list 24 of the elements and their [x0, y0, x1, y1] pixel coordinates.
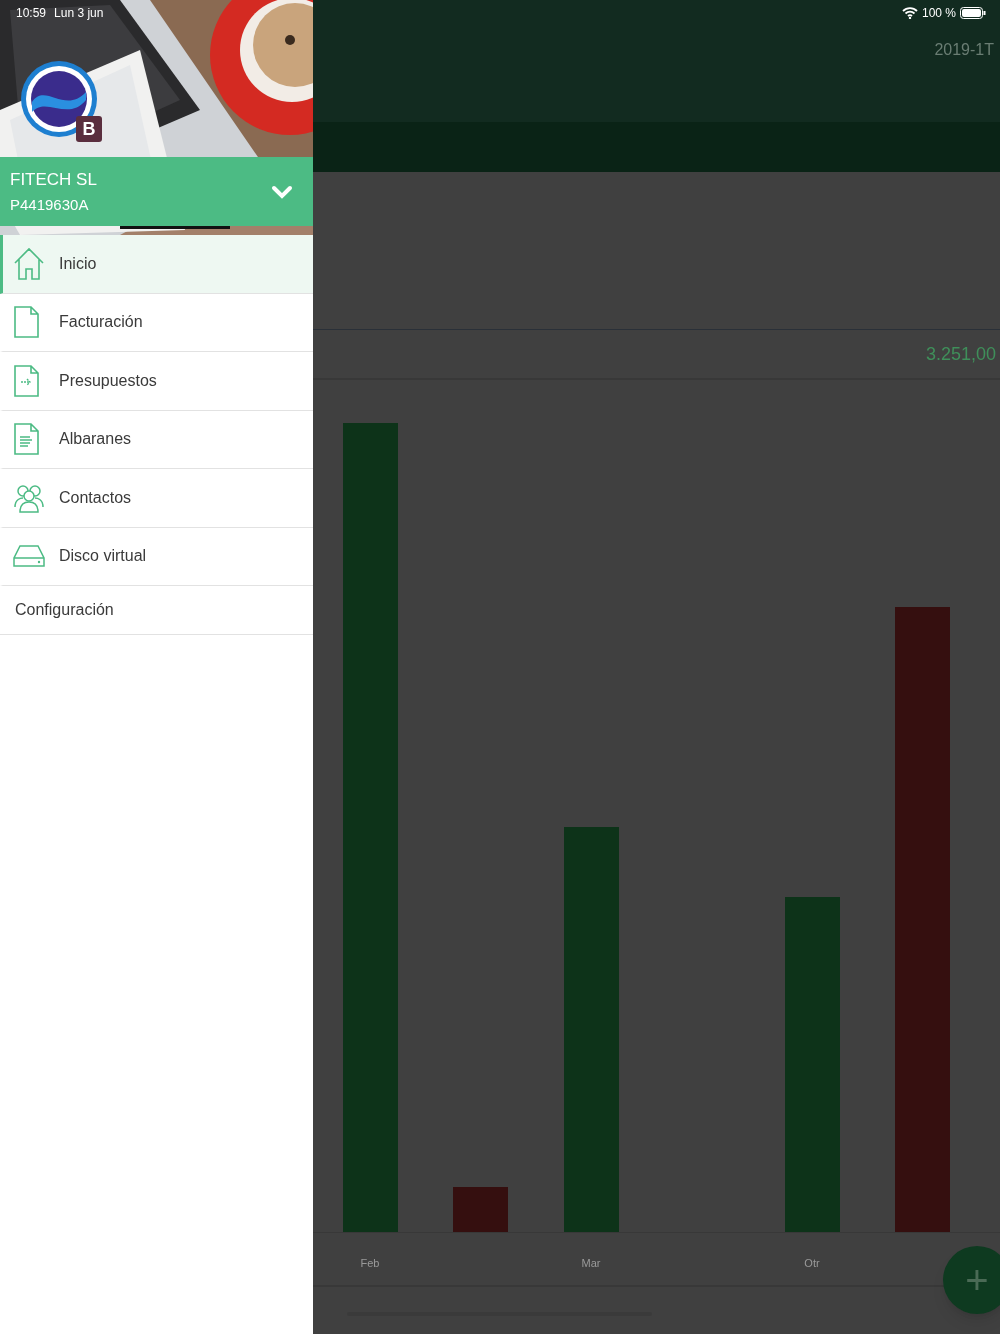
chevron-down-icon[interactable]	[271, 184, 293, 199]
axis-label: Feb	[360, 1256, 380, 1271]
logo-icon	[20, 60, 98, 138]
status-time: 10:59	[16, 5, 47, 22]
axis-label: Otr	[804, 1256, 820, 1271]
company-name: FITECH SL	[10, 168, 98, 191]
settings-item[interactable]: Configuración	[0, 586, 313, 635]
people-icon	[13, 482, 45, 513]
logo-badge: B	[76, 116, 102, 142]
total-amount: 3.251,00	[925, 342, 996, 366]
wifi-icon	[901, 7, 918, 19]
document-arrow-icon	[13, 364, 39, 397]
document-list-icon	[13, 423, 39, 456]
home-icon	[13, 246, 45, 281]
document-icon	[13, 306, 39, 339]
battery-percent: 100 %	[921, 5, 956, 22]
status-date: Lun 3 jun	[54, 5, 104, 22]
hard-drive-icon	[13, 544, 45, 569]
chart-bar	[453, 1187, 508, 1232]
axis-label: Mar	[581, 1256, 601, 1271]
tax-id: P4419630A	[10, 195, 90, 215]
period-label: 2019-1T	[934, 40, 994, 60]
menu-item[interactable]: Inicio	[0, 235, 313, 294]
battery-icon	[960, 7, 986, 19]
